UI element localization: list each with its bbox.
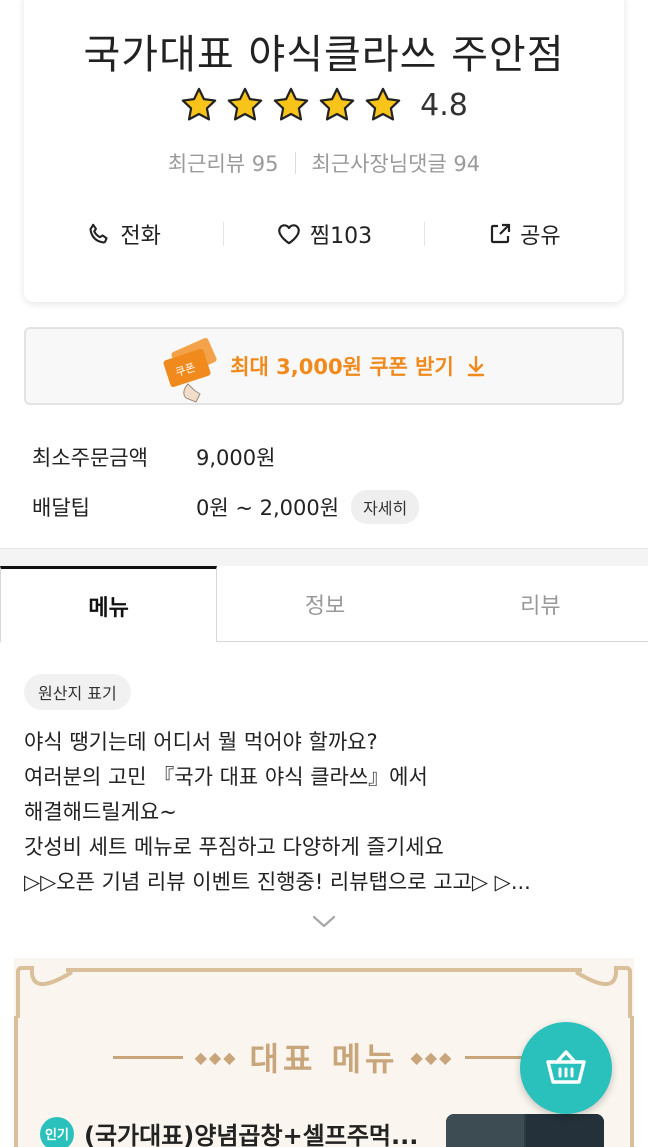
divider [294, 152, 296, 174]
action-bar: 전화 찜103 공유 [24, 218, 624, 250]
frame-corner-right [574, 966, 632, 1018]
tab-menu[interactable]: 메뉴 [0, 566, 218, 642]
like-button[interactable]: 찜103 [224, 218, 423, 250]
tab-reviews[interactable]: 리뷰 [432, 566, 648, 641]
thumbnail-image [446, 1114, 524, 1147]
share-icon [490, 223, 511, 244]
star-icon [273, 87, 309, 121]
star-icon [319, 87, 355, 121]
like-text: 찜 [309, 224, 331, 249]
min-order-row: 최소주문금액 9,000원 [32, 432, 419, 482]
owner-notice: 야식 땡기는데 어디서 뭘 먹어야 할까요? 여러분의 고민 『국가 대표 야식… [24, 725, 624, 900]
store-name: 국가대표 야식클라쓰 주안점 [83, 32, 565, 78]
notice-line: ▷▷오픈 기념 리뷰 이벤트 진행중! 리뷰탭으로 고고▷ ▷... [24, 870, 531, 894]
delivery-tip-label: 배달팁 [32, 496, 90, 520]
notice-line: 야식 땡기는데 어디서 뭘 먹어야 할까요? [24, 730, 378, 754]
decor-diamonds: ◆◆◆ [410, 1047, 454, 1067]
delivery-tip-value: 0원 ~ 2,000원 [196, 496, 340, 520]
representative-menu-title: 대표 메뉴 [249, 1040, 399, 1078]
min-order-label: 최소주문금액 [32, 446, 148, 470]
star-icon [181, 87, 217, 121]
decor-diamonds: ◆◆◆ [194, 1047, 238, 1067]
share-button[interactable]: 공유 [425, 218, 624, 250]
star-icon [365, 87, 401, 121]
popular-badge: 인기 [40, 1116, 74, 1147]
like-label: 찜103 [310, 218, 372, 250]
star-icon [227, 87, 263, 121]
review-counts: 최근리뷰 95 최근사장님댓글 94 [24, 148, 624, 178]
cart-icon [546, 1050, 586, 1084]
share-label: 공유 [520, 224, 561, 249]
phone-icon [89, 223, 109, 244]
min-order-value: 9,000원 [196, 446, 276, 470]
menu-item-name: (국가대표)양념곱창+셀프주먹... [84, 1122, 419, 1147]
chevron-down-icon[interactable] [310, 912, 338, 930]
download-icon [467, 355, 484, 377]
coupon-ticket-icon: 쿠폰 [163, 337, 217, 403]
menu-item[interactable]: 인기 (국가대표)양념곱창+셀프주먹... [40, 1116, 418, 1147]
call-button[interactable]: 전화 [24, 218, 223, 250]
notice-line: 갓성비 세트 메뉴로 푸짐하고 다양하게 즐기세요 [24, 835, 444, 859]
menu-item-thumbnail[interactable] [446, 1114, 604, 1147]
thumbnail-image [526, 1114, 604, 1147]
call-label: 전화 [120, 224, 161, 249]
coupon-download-button[interactable]: 쿠폰 최대 3,000원 쿠폰 받기 [24, 327, 624, 405]
frame-border [66, 968, 582, 972]
like-count: 103 [330, 224, 373, 249]
decor-line [112, 1055, 183, 1059]
delivery-info: 최소주문금액 9,000원 배달팁 0원 ~ 2,000원 자세히 [32, 432, 420, 532]
notice-line: 여러분의 고민 『국가 대표 야식 클라쓰』에서 [24, 765, 428, 789]
frame-corner-left [16, 966, 74, 1018]
recent-reviews-link[interactable]: 최근리뷰 95 [168, 148, 279, 178]
tab-info[interactable]: 정보 [217, 566, 433, 641]
delivery-tip-row: 배달팁 0원 ~ 2,000원 자세히 [32, 482, 420, 532]
section-divider [0, 548, 648, 566]
tab-bar: 메뉴 정보 리뷰 [0, 566, 648, 642]
rating-value: 4.8 [420, 87, 468, 123]
notice-line: 해결해드릴게요~ [24, 800, 177, 824]
rating-row: 4.8 [24, 86, 624, 124]
cart-button[interactable] [520, 1022, 612, 1114]
heart-icon [278, 224, 300, 245]
store-header-card: 국가대표 야식클라쓰 주안점 4.8 최근리뷰 95 최근사장님댓글 94 전화… [24, 0, 624, 302]
coupon-label: 최대 3,000원 쿠폰 받기 [230, 355, 454, 379]
recent-owner-replies-link[interactable]: 최근사장님댓글 94 [312, 148, 481, 178]
tip-detail-button[interactable]: 자세히 [351, 490, 420, 524]
origin-label-button[interactable]: 원산지 표기 [24, 674, 131, 710]
